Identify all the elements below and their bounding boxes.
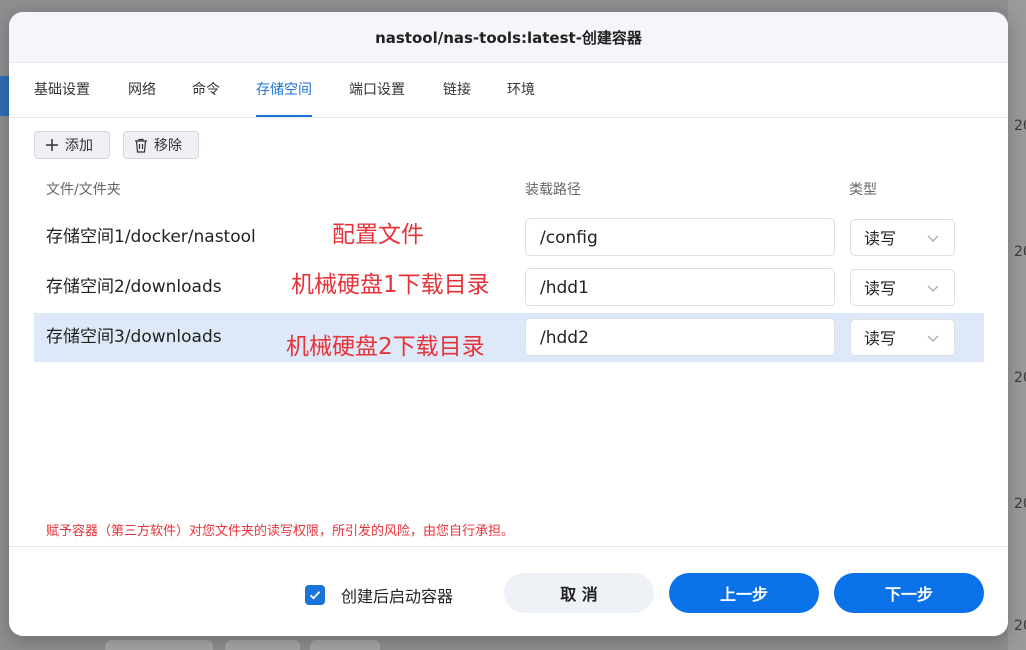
permission-warning: 赋予容器（第三方软件）对您文件夹的读写权限，所引发的风险，由您自行承担。 [46, 524, 515, 539]
mount-path-input[interactable]: /config [525, 218, 835, 256]
column-header-file: 文件/文件夹 [46, 182, 121, 198]
next-step-button[interactable]: 下一步 [834, 573, 984, 613]
type-select-value: 读写 [864, 279, 897, 298]
add-button-label: 添加 [65, 138, 93, 154]
tab-storage[interactable]: 存储空间 [256, 63, 312, 117]
table-row[interactable]: 存储空间1/docker/nastool 配置文件 /config 读写 [34, 213, 984, 262]
plus-icon [46, 139, 58, 151]
start-after-create-label[interactable]: 创建后启动容器 [341, 583, 453, 607]
tab-network[interactable]: 网络 [128, 63, 156, 117]
remove-button-label: 移除 [154, 138, 182, 154]
remove-button[interactable]: 移除 [123, 131, 199, 159]
add-button[interactable]: 添加 [34, 131, 110, 159]
mount-path-input[interactable]: /hdd1 [525, 268, 835, 306]
tab-bar: 基础设置 网络 命令 存储空间 端口设置 链接 环境 [9, 63, 1008, 118]
type-select-value: 读写 [864, 329, 897, 348]
dialog-footer: 创建后启动容器 取 消 上一步 下一步 [9, 546, 1008, 636]
dialog-title: nastool/nas-tools:latest-创建容器 [9, 12, 1008, 63]
column-header-mount-path: 装载路径 [525, 182, 581, 198]
mount-path-input[interactable]: /hdd2 [525, 318, 835, 356]
chevron-down-icon [927, 285, 939, 292]
trash-icon [135, 138, 147, 153]
tab-port-settings[interactable]: 端口设置 [349, 63, 405, 117]
table-row[interactable]: 存储空间2/downloads 机械硬盘1下载目录 /hdd1 读写 [34, 263, 984, 312]
type-select[interactable]: 读写 [850, 319, 955, 356]
chevron-down-icon [927, 235, 939, 242]
background-tag [105, 640, 213, 650]
background-item-date: 20 [1014, 496, 1026, 512]
background-item-date: 20 [1014, 618, 1026, 634]
cancel-button[interactable]: 取 消 [504, 573, 654, 613]
tab-command[interactable]: 命令 [192, 63, 220, 117]
chevron-down-icon [927, 335, 939, 342]
check-icon [309, 591, 321, 600]
type-select[interactable]: 读写 [850, 219, 955, 256]
background-item-date: 20 [1014, 244, 1026, 260]
type-select-value: 读写 [864, 229, 897, 248]
start-after-create-checkbox[interactable] [305, 585, 325, 605]
tab-basic-settings[interactable]: 基础设置 [34, 63, 90, 117]
annotation-label: 配置文件 [332, 222, 424, 248]
background-list [1008, 0, 1026, 650]
tab-environment[interactable]: 环境 [507, 63, 535, 117]
background-item-date: 20 [1014, 370, 1026, 386]
table-row-selected[interactable]: 存储空间3/downloads 机械硬盘2下载目录 /hdd2 读写 [34, 313, 984, 362]
background-tag [310, 640, 380, 650]
type-select[interactable]: 读写 [850, 269, 955, 306]
file-path: 存储空间1/docker/nastool [46, 227, 256, 247]
annotation-label: 机械硬盘2下载目录 [286, 334, 485, 360]
create-container-dialog: nastool/nas-tools:latest-创建容器 基础设置 网络 命令… [9, 12, 1008, 636]
annotation-label: 机械硬盘1下载目录 [291, 272, 490, 298]
background-item-date: 20 [1014, 118, 1026, 134]
file-path: 存储空间2/downloads [46, 277, 222, 297]
column-header-type: 类型 [849, 182, 877, 198]
tab-links[interactable]: 链接 [443, 63, 471, 117]
previous-step-button[interactable]: 上一步 [669, 573, 819, 613]
background-tag [225, 640, 300, 650]
file-path: 存储空间3/downloads [46, 327, 222, 347]
